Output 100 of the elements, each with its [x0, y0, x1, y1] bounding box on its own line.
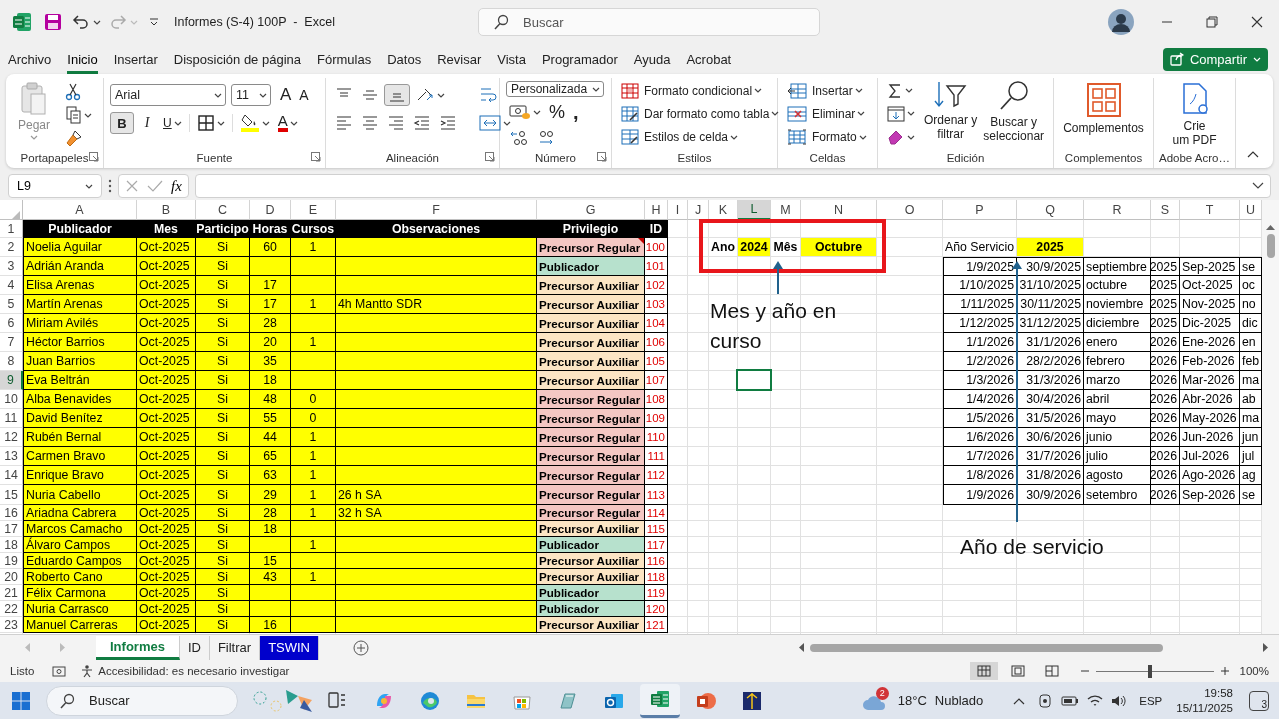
- sort-filter-icon[interactable]: [932, 80, 969, 110]
- search-field[interactable]: Buscar: [478, 8, 820, 36]
- scroll-left-icon[interactable]: [798, 643, 804, 652]
- format-cells-icon[interactable]: [787, 129, 807, 146]
- macro-icon[interactable]: [52, 665, 67, 677]
- font-color-button[interactable]: A: [277, 114, 288, 132]
- style-menu-button[interactable]: Estilos de celda: [644, 130, 729, 145]
- page-layout-icon[interactable]: [1010, 665, 1025, 677]
- underline-button[interactable]: U: [163, 116, 172, 130]
- column-header[interactable]: T: [1180, 200, 1240, 220]
- italic-button[interactable]: I: [136, 112, 158, 134]
- add-sheet-icon[interactable]: [353, 639, 369, 656]
- scrollbar-thumb[interactable]: [810, 643, 1163, 652]
- increase-decimal-icon[interactable]: [509, 129, 529, 147]
- menu-tab[interactable]: Acrobat: [686, 44, 732, 74]
- caret-icon[interactable]: [85, 183, 93, 189]
- paste-button[interactable]: Pegar: [12, 80, 56, 148]
- menu-tab[interactable]: Archivo: [8, 44, 52, 74]
- zoom-slider-thumb[interactable]: [1147, 664, 1152, 678]
- scroll-right-icon[interactable]: [1263, 643, 1269, 652]
- column-header[interactable]: P: [943, 200, 1017, 220]
- menu-tab[interactable]: Vista: [497, 44, 526, 74]
- app-icon[interactable]: [741, 689, 763, 712]
- column-header[interactable]: B: [137, 200, 196, 220]
- collapse-ribbon-icon[interactable]: [1247, 150, 1259, 158]
- share-button[interactable]: Compartir: [1162, 47, 1268, 71]
- show-hidden-icons-icon[interactable]: [1013, 696, 1026, 705]
- undo-icon[interactable]: [72, 13, 90, 31]
- dialog-launcher-icon[interactable]: [311, 152, 321, 162]
- taskbar-button[interactable]: [640, 683, 680, 718]
- column-header[interactable]: H: [645, 200, 668, 220]
- meet-icon[interactable]: [1037, 692, 1054, 709]
- language-indicator[interactable]: ESP: [1139, 694, 1163, 707]
- expand-icon[interactable]: [1252, 182, 1264, 190]
- scroll-up-icon[interactable]: [1266, 224, 1275, 230]
- notifications-button[interactable]: 3: [1249, 690, 1269, 711]
- column-header[interactable]: D: [250, 200, 291, 220]
- row-header[interactable]: 9: [0, 371, 23, 390]
- number-format-select[interactable]: Personalizada: [506, 81, 604, 97]
- wifi-icon[interactable]: [1087, 693, 1104, 708]
- weather-condition[interactable]: Nublado: [934, 693, 984, 708]
- comma-style-button[interactable]: ,: [570, 101, 582, 123]
- clock-date[interactable]: 15/11/2025: [1176, 700, 1233, 716]
- start-icon[interactable]: [12, 691, 30, 710]
- more-options-icon[interactable]: [108, 179, 112, 193]
- name-box[interactable]: L9: [8, 174, 102, 198]
- merge-icon[interactable]: [479, 114, 501, 132]
- search-icon[interactable]: [997, 80, 1030, 112]
- insert-function-button[interactable]: fx: [171, 177, 182, 195]
- page-break-icon[interactable]: [1044, 665, 1059, 677]
- caret-icon[interactable]: [730, 134, 739, 140]
- column-header[interactable]: S: [1151, 200, 1180, 220]
- eraser-icon[interactable]: [887, 128, 905, 147]
- align-right-icon[interactable]: [387, 114, 405, 132]
- menu-tab[interactable]: Insertar: [113, 44, 158, 74]
- column-header[interactable]: L: [738, 200, 771, 220]
- column-header[interactable]: A: [23, 200, 137, 220]
- increase-indent-icon[interactable]: [439, 114, 457, 132]
- avatar-icon[interactable]: [1108, 9, 1134, 35]
- caret-icon[interactable]: [84, 112, 92, 118]
- column-header[interactable]: G: [537, 200, 645, 220]
- conditional-format-icon[interactable]: [621, 82, 639, 99]
- column-header[interactable]: U: [1240, 200, 1262, 220]
- zoom-level[interactable]: 100%: [1239, 665, 1269, 677]
- caret-icon[interactable]: [854, 88, 863, 94]
- scrollbar-thumb[interactable]: [1266, 234, 1275, 258]
- caret-icon[interactable]: [771, 111, 780, 117]
- column-header[interactable]: R: [1084, 200, 1151, 220]
- wrap-text-icon[interactable]: [479, 85, 499, 105]
- menu-tab[interactable]: Datos: [387, 44, 422, 74]
- addins-icon[interactable]: [1085, 82, 1122, 118]
- close-icon[interactable]: [1250, 16, 1263, 28]
- cells-menu-button[interactable]: Formato: [812, 130, 857, 145]
- volume-icon[interactable]: [1111, 693, 1128, 708]
- style-menu-button[interactable]: Dar formato como tabla: [644, 107, 770, 121]
- align-center-icon[interactable]: [361, 114, 379, 132]
- caret-icon[interactable]: [503, 120, 511, 126]
- caret-icon[interactable]: [261, 120, 270, 126]
- restore-icon[interactable]: [1205, 16, 1218, 28]
- find-select-button[interactable]: Buscar y seleccionar: [983, 115, 1045, 143]
- sort-filter-button[interactable]: Ordenar y filtrar: [924, 113, 978, 141]
- caret-icon[interactable]: [907, 111, 915, 117]
- battery-icon[interactable]: [1061, 693, 1080, 708]
- caret-icon[interactable]: [754, 88, 763, 94]
- menu-tab[interactable]: Ayuda: [633, 44, 671, 74]
- menu-tab[interactable]: Revisar: [437, 44, 482, 74]
- create-pdf-button[interactable]: Crie um PDF: [1172, 119, 1217, 147]
- browser-icon[interactable]: [419, 689, 441, 712]
- dialog-launcher-icon[interactable]: [485, 152, 495, 162]
- caret-icon[interactable]: [857, 111, 866, 117]
- caret-icon[interactable]: [533, 109, 541, 115]
- dialog-launcher-icon[interactable]: [89, 152, 99, 162]
- cut-icon[interactable]: [65, 83, 81, 102]
- caret-icon[interactable]: [173, 120, 182, 126]
- menu-tab[interactable]: Programador: [541, 44, 618, 74]
- align-left-icon[interactable]: [335, 114, 353, 132]
- bold-button[interactable]: B: [110, 112, 134, 134]
- shrink-font-button[interactable]: A: [296, 84, 312, 106]
- save-icon[interactable]: [44, 13, 62, 31]
- accessibility-status[interactable]: Accesibilidad: es necesario investigar: [98, 665, 290, 677]
